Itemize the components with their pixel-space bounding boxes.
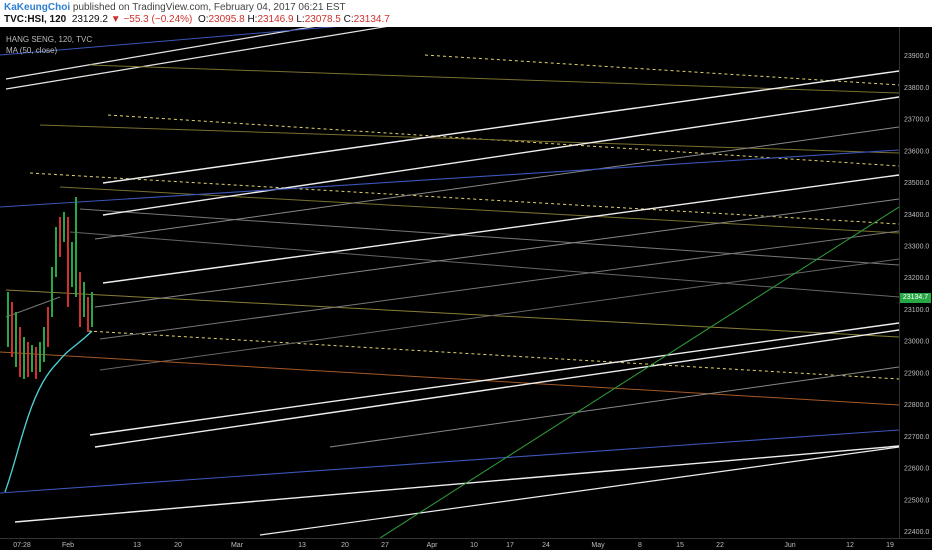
high-label: H: bbox=[247, 14, 258, 25]
x-axis[interactable] bbox=[0, 538, 932, 550]
trendline-white bbox=[14, 445, 899, 523]
last-price-tag: 23134.7 bbox=[900, 293, 931, 304]
trendline-grey bbox=[329, 366, 899, 448]
close-value: 23134.7 bbox=[353, 14, 390, 25]
trendline-olive bbox=[89, 64, 899, 94]
low-label: L: bbox=[296, 14, 305, 25]
trendline-orange bbox=[0, 351, 899, 406]
chart-legend[interactable]: HANG SENG, 120, TVC MA (50, close) bbox=[6, 34, 92, 56]
chart-header: KaKeungChoi published on TradingView.com… bbox=[0, 0, 932, 27]
series-label[interactable]: HANG SENG, 120, TVC bbox=[6, 34, 92, 45]
low-value: 23078.5 bbox=[304, 14, 341, 25]
trendline-white bbox=[259, 446, 899, 536]
trendline-grey bbox=[94, 126, 899, 240]
last-price: 23129.2 bbox=[71, 14, 108, 25]
trendline-white bbox=[94, 329, 899, 448]
trendline-grey bbox=[79, 208, 899, 266]
author-link[interactable]: KaKeungChoi bbox=[4, 2, 70, 13]
quote-line: TVC:HSI, 120 23129.2 ▼ −55.3 (−0.24%) O:… bbox=[4, 14, 390, 25]
symbol-label: TVC:HSI, 120 bbox=[4, 14, 67, 25]
trendline-green bbox=[379, 206, 899, 538]
publish-info: published on TradingView.com, February 0… bbox=[72, 2, 346, 13]
trendline-white bbox=[102, 96, 899, 216]
trendline-white bbox=[89, 322, 899, 436]
down-arrow-icon: ▼ bbox=[110, 14, 121, 25]
open-label: O: bbox=[197, 14, 209, 25]
open-value: 23095.8 bbox=[208, 14, 245, 25]
close-label: C: bbox=[343, 14, 354, 25]
drawing-layer[interactable] bbox=[0, 27, 899, 538]
trendline-olive bbox=[39, 124, 899, 154]
trendline-blue bbox=[0, 429, 899, 494]
publish-credit: KaKeungChoi published on TradingView.com… bbox=[4, 2, 346, 13]
trendline-grey bbox=[99, 230, 899, 340]
indicator-label[interactable]: MA (50, close) bbox=[6, 45, 92, 56]
change-value: −55.3 (−0.24%) bbox=[123, 14, 193, 25]
trendline-white bbox=[102, 174, 899, 284]
trendline-white bbox=[102, 70, 899, 184]
high-value: 23146.9 bbox=[257, 14, 294, 25]
y-axis[interactable] bbox=[899, 27, 932, 538]
trendline-grey bbox=[94, 198, 899, 308]
trendlines[interactable] bbox=[0, 27, 899, 538]
price-candles bbox=[7, 197, 93, 379]
trendline-grey bbox=[99, 258, 899, 371]
trendline-olive bbox=[5, 289, 899, 338]
